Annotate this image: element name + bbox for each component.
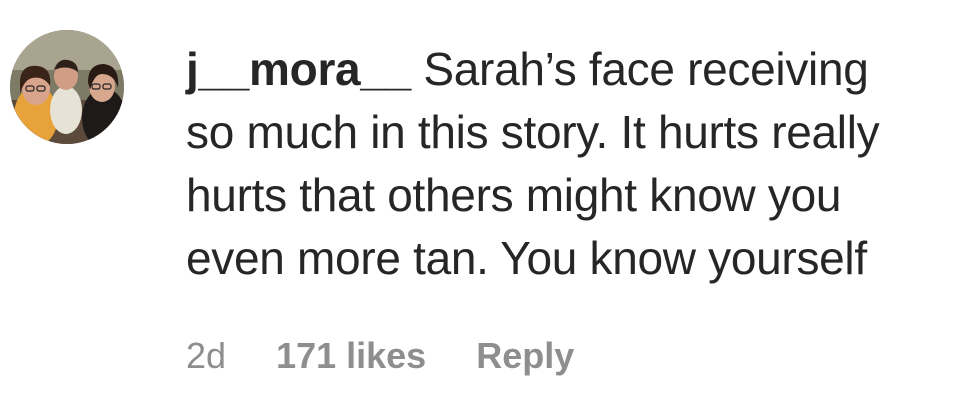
comment-text-line-4: even more tan. You know yourself bbox=[186, 232, 867, 284]
comment-timestamp[interactable]: 2d bbox=[186, 334, 226, 378]
comment-text-line-3: hurts that others might know you bbox=[186, 169, 842, 221]
comment-text-line-2: so much in this story. It hurts really bbox=[186, 106, 880, 158]
comment-meta: 2d 171 likes Reply bbox=[186, 334, 614, 378]
comment-username[interactable]: j__mora__ bbox=[186, 43, 411, 95]
avatar-photo bbox=[10, 30, 124, 144]
comment-item: j__mora__ Sarah’s face receiving so much… bbox=[0, 0, 980, 412]
avatar[interactable] bbox=[10, 30, 124, 144]
likes-count-button[interactable]: 171 likes bbox=[276, 334, 426, 378]
comment-body: j__mora__ Sarah’s face receiving so much… bbox=[186, 38, 966, 290]
comment-text-line-1: Sarah’s face receiving bbox=[423, 43, 869, 95]
reply-button[interactable]: Reply bbox=[476, 334, 574, 378]
